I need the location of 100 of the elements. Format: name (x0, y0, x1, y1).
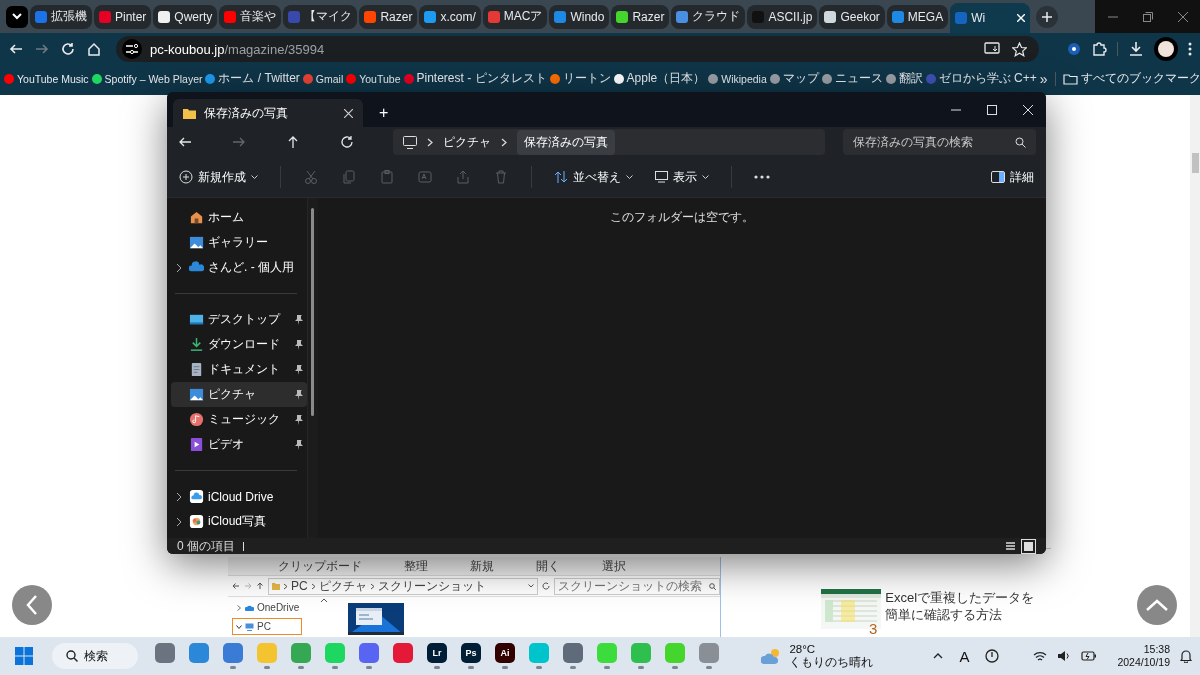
back-to-top-button[interactable] (1137, 585, 1177, 625)
install-icon[interactable] (984, 41, 1000, 56)
home-icon[interactable] (86, 41, 102, 57)
bookmark[interactable]: YouTube Music (4, 72, 89, 85)
more-icon[interactable] (1188, 42, 1192, 56)
new-tab-button[interactable] (1036, 5, 1059, 28)
scrollbar-thumb[interactable] (311, 208, 314, 416)
browser-tab[interactable]: クラウド (671, 4, 746, 29)
chevron-icon (283, 582, 288, 590)
avatar[interactable] (1154, 37, 1178, 61)
browser-tab[interactable]: MACア (482, 4, 548, 29)
ribbon-group-label: クリップボード (278, 557, 362, 575)
browser-tab[interactable]: Geekor (819, 4, 885, 29)
caret-icon (626, 174, 633, 180)
sidebar-item[interactable]: デスクトップ (171, 307, 307, 332)
extension-badge-icon[interactable] (1067, 42, 1081, 56)
view-button[interactable]: 表示 (655, 168, 709, 186)
bookmark[interactable]: マップ (769, 70, 819, 87)
bookmark[interactable]: ニュース (821, 70, 883, 87)
browser-tab[interactable]: ASCII.jp (747, 4, 818, 29)
browser-tab[interactable]: Razer (359, 4, 418, 29)
breadcrumb[interactable]: ピクチャ (443, 133, 491, 151)
extensions-icon[interactable] (1091, 41, 1107, 57)
bookmark[interactable]: 翻訳 (885, 70, 923, 87)
tiles-view-icon[interactable] (1023, 540, 1034, 552)
more-bookmarks-button[interactable]: » (1039, 70, 1048, 87)
ime-icon[interactable] (985, 649, 1000, 663)
taskbar-app[interactable]: Ai (488, 637, 522, 675)
bookmark[interactable]: ゼロから学ぶ C++ (925, 70, 1037, 87)
browser-tab[interactable]: x.com/ (419, 4, 481, 29)
speaker-icon[interactable] (1057, 650, 1072, 662)
wifi-icon[interactable] (1033, 650, 1048, 662)
battery-icon[interactable] (1081, 650, 1098, 662)
sidebar-item[interactable]: iCloud Drive (171, 484, 307, 509)
address-bar[interactable]: pc-koubou.jp/magazine/35994 (116, 36, 1039, 62)
bookmark-star-icon[interactable] (1012, 41, 1027, 57)
bookmark[interactable]: Apple（日本） (613, 70, 706, 87)
address-bar[interactable]: ピクチャ 保存済みの写真 (393, 129, 825, 155)
article-title[interactable]: Excelで重複したデータを簡単に確認する方法 (885, 589, 1036, 637)
taskbar-app[interactable]: Lr (420, 637, 454, 675)
browser-tab[interactable]: Windo (549, 4, 610, 29)
browser-tab[interactable]: Qwerty (153, 4, 218, 29)
new-button[interactable]: 新規作成 (179, 168, 258, 186)
previous-button[interactable] (12, 585, 52, 625)
sidebar-item[interactable]: iCloud写真 (171, 509, 307, 534)
browser-tab[interactable]: Razer (611, 4, 670, 29)
breadcrumb[interactable]: 保存済みの写真 (517, 129, 615, 155)
bookmark[interactable]: Spotify – Web Player (91, 72, 203, 85)
empty-folder-message: このフォルダーは空です。 (610, 209, 754, 226)
bookmark[interactable]: Pinterest - ピンタレスト (403, 70, 547, 87)
search-field[interactable]: 検索 (52, 643, 138, 669)
chevron-up-icon[interactable] (933, 653, 944, 659)
clock[interactable]: 15:38 2024/10/19 (1117, 643, 1170, 669)
reload-icon[interactable] (60, 41, 76, 57)
search-field[interactable]: 保存済みの写真の検索 (843, 129, 1036, 155)
chevron-icon (12, 12, 22, 21)
browser-tab[interactable]: 拡張機 (30, 4, 92, 29)
sidebar-item[interactable]: ダウンロード (171, 332, 307, 357)
bookmark[interactable]: Gmail (302, 72, 344, 85)
refresh-icon[interactable] (339, 134, 355, 150)
download-icon[interactable] (1128, 41, 1144, 57)
list-view-icon[interactable] (1005, 540, 1016, 552)
window-tab[interactable]: 保存済みの写真 (173, 99, 363, 127)
sidebar-item[interactable]: ピクチャ (171, 382, 307, 407)
weather-widget[interactable]: 28°C くもりのち晴れ (761, 643, 874, 669)
start-icon[interactable] (14, 646, 34, 666)
bookmark[interactable]: リートン (549, 70, 611, 87)
sidebar-item[interactable]: ビデオ (171, 432, 307, 457)
pin-icon (294, 339, 303, 350)
taskbar-app[interactable]: Ps (454, 637, 488, 675)
browser-tab[interactable]: Wi (950, 3, 1031, 33)
tab-search-button[interactable] (6, 5, 28, 28)
temperature: 28°C (789, 643, 817, 656)
monitor-icon (403, 135, 417, 149)
more-icon[interactable] (754, 175, 770, 179)
browser-tab[interactable]: 音楽や (219, 4, 282, 29)
chevron-icon (427, 137, 433, 147)
sidebar-item[interactable]: さんど. - 個人用 (171, 255, 307, 280)
browser-tab[interactable]: MEGA (886, 4, 949, 29)
site-info-icon (126, 44, 138, 54)
scrollbar-thumb[interactable] (1192, 153, 1199, 173)
all-bookmarks-link[interactable]: すべてのブックマーク (1080, 70, 1200, 87)
sidebar-item[interactable]: ギャラリー (171, 230, 307, 255)
bookmark[interactable]: Wikipedia (708, 72, 767, 85)
bell-icon[interactable] (1180, 649, 1192, 663)
sidebar-item[interactable]: ドキュメント (171, 357, 307, 382)
input-mode-button[interactable]: A (959, 647, 970, 665)
new-tab-button[interactable]: + (379, 104, 389, 122)
sidebar-item[interactable]: ホーム (171, 205, 307, 230)
sidebar-item[interactable]: ミュージック (171, 407, 307, 432)
bookmark[interactable]: YouTube (346, 72, 401, 85)
sort-button[interactable]: 並べ替え (554, 168, 633, 186)
close-icon[interactable] (344, 108, 353, 118)
details-button[interactable]: 詳細 (991, 168, 1034, 186)
browser-tab[interactable]: 【マイク (283, 4, 358, 29)
browser-tab[interactable]: Pinter (94, 4, 152, 29)
breadcrumb: スクリーンショット (377, 577, 486, 595)
bookmark[interactable]: ホーム / Twitter (205, 70, 300, 87)
folder-icon (272, 582, 280, 590)
app-icon: Lr (427, 643, 447, 663)
